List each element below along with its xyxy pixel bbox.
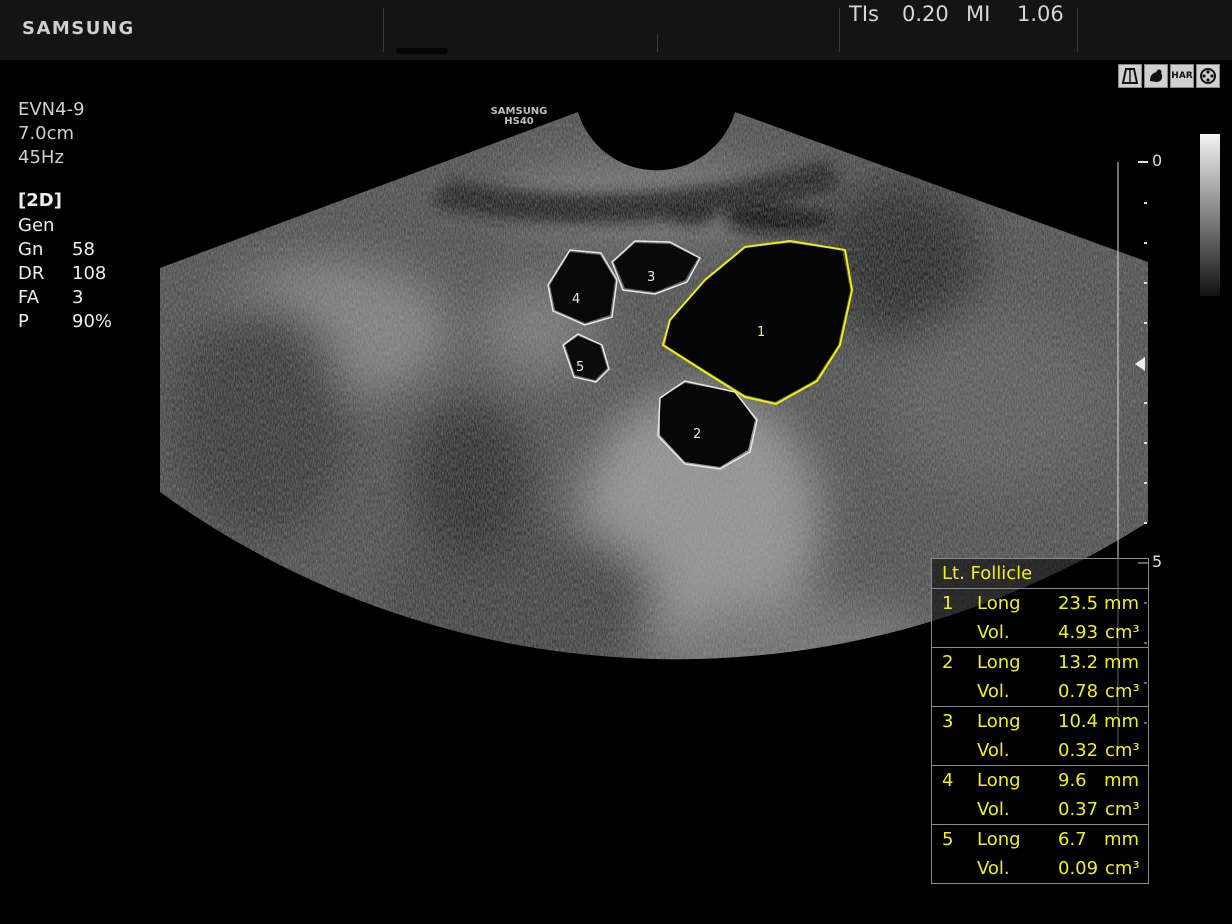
vol-value: 0.32 — [1058, 740, 1099, 761]
table-row: 4 Long 9.6 mm Vol. 0.37 cm³ — [932, 766, 1148, 825]
long-label: Long — [977, 711, 1021, 732]
vol-unit: cm³ — [1105, 740, 1140, 761]
vol-label: Vol. — [977, 858, 1010, 879]
probe-name: EVN4-9 — [18, 99, 85, 120]
vol-unit: cm³ — [1105, 681, 1140, 702]
follicle-label-2: 2 — [693, 427, 702, 442]
frame-rate: 45Hz — [18, 147, 64, 168]
long-value: 10.4 — [1058, 711, 1099, 732]
probe-icon[interactable] — [1118, 64, 1142, 88]
mode-label: [2D] — [18, 190, 62, 211]
row-index: 5 — [942, 829, 954, 850]
preset-label: Gen — [18, 215, 55, 236]
mi-value: 1.06 — [1017, 2, 1064, 26]
long-label: Long — [977, 652, 1021, 673]
follicle-label-5: 5 — [576, 360, 585, 375]
param-value: 90% — [72, 311, 113, 332]
row-index: 2 — [942, 652, 954, 673]
vol-label: Vol. — [977, 622, 1010, 643]
model-label: SAMSUNG HS40 — [482, 107, 556, 127]
row-index: 4 — [942, 770, 954, 791]
follicle-label-1: 1 — [757, 325, 766, 340]
vol-label: Vol. — [977, 740, 1010, 761]
long-unit: mm — [1104, 829, 1140, 850]
long-label: Long — [977, 593, 1021, 614]
vol-label: Vol. — [977, 681, 1010, 702]
long-value: 13.2 — [1058, 652, 1099, 673]
long-unit: mm — [1104, 652, 1140, 673]
param-value: 108 — [72, 263, 107, 284]
divider — [1077, 8, 1078, 52]
param-key: FA — [18, 287, 40, 308]
follicle-label-4: 4 — [572, 292, 581, 307]
long-unit: mm — [1104, 593, 1140, 614]
tis-value: 0.20 — [902, 2, 949, 26]
vol-unit: cm³ — [1105, 622, 1140, 643]
table-row: 5 Long 6.7 mm Vol. 0.09 cm³ — [932, 825, 1148, 883]
row-index: 3 — [942, 711, 954, 732]
depth-label-mid: 5 — [1152, 552, 1163, 571]
long-value: 6.7 — [1058, 829, 1087, 850]
param-key: P — [18, 311, 29, 332]
tis-label: TIs — [849, 2, 879, 26]
reel-icon[interactable] — [1196, 64, 1220, 88]
vol-value: 4.93 — [1058, 622, 1099, 643]
param-value: 58 — [72, 239, 95, 260]
long-unit: mm — [1104, 711, 1140, 732]
divider — [657, 34, 658, 52]
divider — [383, 8, 384, 52]
vol-value: 0.78 — [1058, 681, 1099, 702]
model-line2: HS40 — [504, 116, 534, 127]
depth-value: 7.0cm — [18, 123, 75, 144]
vol-unit: cm³ — [1105, 858, 1140, 879]
table-row: 2 Long 13.2 mm Vol. 0.78 cm³ — [932, 648, 1148, 707]
param-value: 3 — [72, 287, 84, 308]
long-unit: mm — [1104, 770, 1140, 791]
param-key: DR — [18, 263, 45, 284]
depth-label-top: 0 — [1152, 151, 1163, 170]
vol-value: 0.37 — [1058, 799, 1099, 820]
long-label: Long — [977, 829, 1021, 850]
long-value: 23.5 — [1058, 593, 1099, 614]
vol-label: Vol. — [977, 799, 1010, 820]
vol-unit: cm³ — [1105, 799, 1140, 820]
fetus-icon[interactable] — [1144, 64, 1168, 88]
table-row: 1 Long 23.5 mm Vol. 4.93 cm³ — [932, 589, 1148, 648]
vol-value: 0.09 — [1058, 858, 1099, 879]
follicle-label-3: 3 — [647, 270, 656, 285]
brand-logo: SAMSUNG — [22, 18, 135, 39]
long-label: Long — [977, 770, 1021, 791]
mi-label: MI — [966, 2, 991, 26]
long-value: 9.6 — [1058, 770, 1087, 791]
table-row: 3 Long 10.4 mm Vol. 0.32 cm³ — [932, 707, 1148, 766]
table-title: Lt. Follicle — [932, 559, 1148, 589]
measurement-table: Lt. Follicle 1 Long 23.5 mm Vol. 4.93 cm³ 2 Lo… — [931, 558, 1149, 884]
har-icon[interactable]: HAR — [1170, 64, 1194, 88]
grayscale-bar — [1200, 134, 1220, 296]
status-icons: HAR — [1118, 64, 1220, 88]
top-bar: SAMSUNG TIs 0.20 MI 1.06 — [0, 0, 1232, 60]
param-key: Gn — [18, 239, 44, 260]
divider — [839, 8, 840, 52]
row-index: 1 — [942, 593, 954, 614]
smudge — [396, 48, 448, 54]
